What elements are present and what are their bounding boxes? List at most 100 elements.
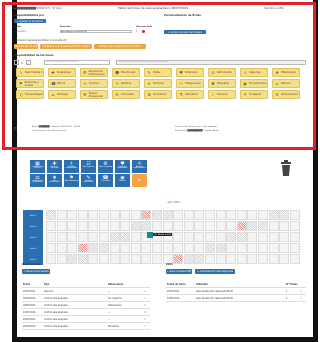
calendar-cell[interactable] xyxy=(236,232,247,242)
calendar-cell[interactable] xyxy=(88,221,99,231)
service-button[interactable]: ☼ Pediatría xyxy=(112,79,140,88)
service-button[interactable]: ☎ Oficina xyxy=(48,79,76,88)
module-tile[interactable]: ❖ Salas ambulatorias xyxy=(47,174,62,187)
calendar-cell[interactable] xyxy=(194,254,205,264)
calendar-cell[interactable] xyxy=(279,254,290,264)
service-button[interactable]: ♻ Vacunatorio xyxy=(144,90,172,99)
calendar-cell[interactable] xyxy=(236,254,247,264)
calendar-cell[interactable] xyxy=(88,243,99,253)
edit-icon[interactable]: ✎ xyxy=(144,290,146,293)
calendar-cell[interactable] xyxy=(56,254,67,264)
service-button[interactable]: ⚇ Trabajo social xyxy=(176,79,204,88)
calendar-cell[interactable] xyxy=(215,221,226,231)
calendar-cell[interactable] xyxy=(236,210,247,220)
calendar-cell[interactable] xyxy=(226,232,237,242)
calendar-cell[interactable] xyxy=(247,243,258,253)
service-button[interactable]: ☕ Podología xyxy=(48,90,76,99)
service-button[interactable]: ⌂ Matrona xyxy=(272,79,300,88)
calendar-cell[interactable] xyxy=(99,243,109,253)
calendar-cell[interactable] xyxy=(162,243,173,253)
calendar-cell[interactable] xyxy=(183,232,194,242)
calendar-cell[interactable] xyxy=(194,232,205,242)
calendar-cell[interactable] xyxy=(67,243,78,253)
edit-icon[interactable]: ✎ xyxy=(144,304,146,307)
calendar-cell[interactable] xyxy=(289,254,300,264)
calendar-cell[interactable] xyxy=(67,221,78,231)
service-button[interactable]: ⚠ Urgencias xyxy=(240,68,268,77)
service-button[interactable]: ✓ Farmacia xyxy=(208,90,236,99)
calendar-cell[interactable] xyxy=(205,210,215,220)
calendar-cell[interactable] xyxy=(46,210,56,220)
calendar-cell[interactable] xyxy=(130,221,141,231)
module-tile[interactable]: ⚖ Procedimiento ambulatorio xyxy=(30,174,45,187)
calendar-cell[interactable] xyxy=(268,243,279,253)
calendar-cell[interactable] xyxy=(99,232,109,242)
calendar-cell[interactable] xyxy=(173,210,184,220)
table-row[interactable]: 09/07/2021 Control sala asignada Observaci… xyxy=(22,302,150,309)
calendar-cell[interactable] xyxy=(247,232,258,242)
calendar-cell[interactable] xyxy=(130,243,141,253)
service-button[interactable]: ☻ Odontología xyxy=(112,68,140,77)
calendar-cell[interactable] xyxy=(46,243,56,253)
calendar-cell[interactable] xyxy=(226,221,237,231)
calendar-cell[interactable] xyxy=(173,232,184,242)
calendar-cell[interactable] xyxy=(183,254,194,264)
calendar-cell[interactable] xyxy=(152,221,162,231)
calendar-cell[interactable] xyxy=(67,210,78,220)
calendar-cell[interactable] xyxy=(194,243,205,253)
calendar-cell[interactable] xyxy=(56,243,67,253)
update-room-button[interactable]: + Actualización Sala asignada xyxy=(195,269,235,274)
service-button[interactable]: ✂ Curación xyxy=(80,79,108,88)
calendar-cell[interactable] xyxy=(279,243,290,253)
calendar-cell[interactable] xyxy=(183,221,194,231)
module-tile[interactable]: ▦ Calendario Sala especial xyxy=(30,160,45,173)
calendar-cell[interactable] xyxy=(88,254,99,264)
service-button[interactable]: ✚ Kinesiología xyxy=(48,68,76,77)
calendar-cell[interactable] xyxy=(258,254,268,264)
calendar-cell[interactable] xyxy=(258,210,268,220)
module-tile[interactable]: ♥ Consulta Ambulatoria xyxy=(115,160,130,173)
calendar-cell[interactable] xyxy=(215,210,226,220)
edit-icon[interactable]: ✎ xyxy=(144,325,146,328)
calendar-cell[interactable] xyxy=(77,210,88,220)
adjust-location-button[interactable]: + Ajustar la ubicación xyxy=(14,19,46,23)
calendar-cell[interactable] xyxy=(99,254,109,264)
calendar-cell[interactable] xyxy=(88,210,99,220)
calendar-cell[interactable] xyxy=(46,221,56,231)
table-row[interactable]: 01/07/2021 Atención — ✎ xyxy=(22,288,150,295)
calendar-cell[interactable] xyxy=(215,254,226,264)
service-button[interactable]: ⚗ Laboratorio xyxy=(176,90,204,99)
generate-plan-button[interactable]: Generar plan especial para la reserva xyxy=(94,44,146,49)
table-row[interactable]: 14/07/2021 Control sala asignada — ✎ xyxy=(22,309,150,316)
calendar-cell[interactable] xyxy=(205,221,215,231)
alert-dot-icon[interactable] xyxy=(142,30,145,33)
calendar-cell[interactable] xyxy=(279,232,290,242)
service-button[interactable]: ✱ Psiquiatría xyxy=(208,79,236,88)
calendar-cell[interactable] xyxy=(77,243,88,253)
calendar-cell[interactable] xyxy=(109,210,120,220)
calendar-cell[interactable] xyxy=(120,210,131,220)
calendar-cell[interactable] xyxy=(120,254,131,264)
service-button[interactable]: ⚕ Salud mental 1 xyxy=(16,68,44,77)
calendar-cell[interactable] xyxy=(46,254,56,264)
calendar-cell[interactable] xyxy=(226,243,237,253)
calendar-cell[interactable] xyxy=(205,254,215,264)
calendar-cell[interactable] xyxy=(215,232,226,242)
calendar-cell[interactable] xyxy=(141,221,152,231)
occupied-room-button[interactable]: + Sala ocupada PPR xyxy=(166,269,192,274)
calendar-cell[interactable] xyxy=(77,221,88,231)
calendar-cell[interactable] xyxy=(120,221,131,231)
calendar-cell[interactable] xyxy=(205,243,215,253)
calendar-cell[interactable] xyxy=(258,243,268,253)
service-button[interactable]: ⚒ Terapia Ocupacional xyxy=(80,90,108,99)
calendar-cell[interactable] xyxy=(56,210,67,220)
service-button[interactable]: ✦ Domicilio xyxy=(144,79,172,88)
calendar-cell[interactable] xyxy=(268,221,279,231)
table-row[interactable]: 01/07/2021 Sala de atención reservada 08:… xyxy=(166,288,306,295)
calendar-cell[interactable] xyxy=(268,254,279,264)
calendar-cell[interactable] xyxy=(88,232,99,242)
service-button[interactable]: ⚙ Recursos de Infancia Joven xyxy=(80,68,108,77)
calendar-cell[interactable] xyxy=(141,243,152,253)
calendar-cell[interactable] xyxy=(173,221,184,231)
table-row[interactable]: 26/07/2021 Control sala asignada Pendiente… xyxy=(22,323,150,330)
